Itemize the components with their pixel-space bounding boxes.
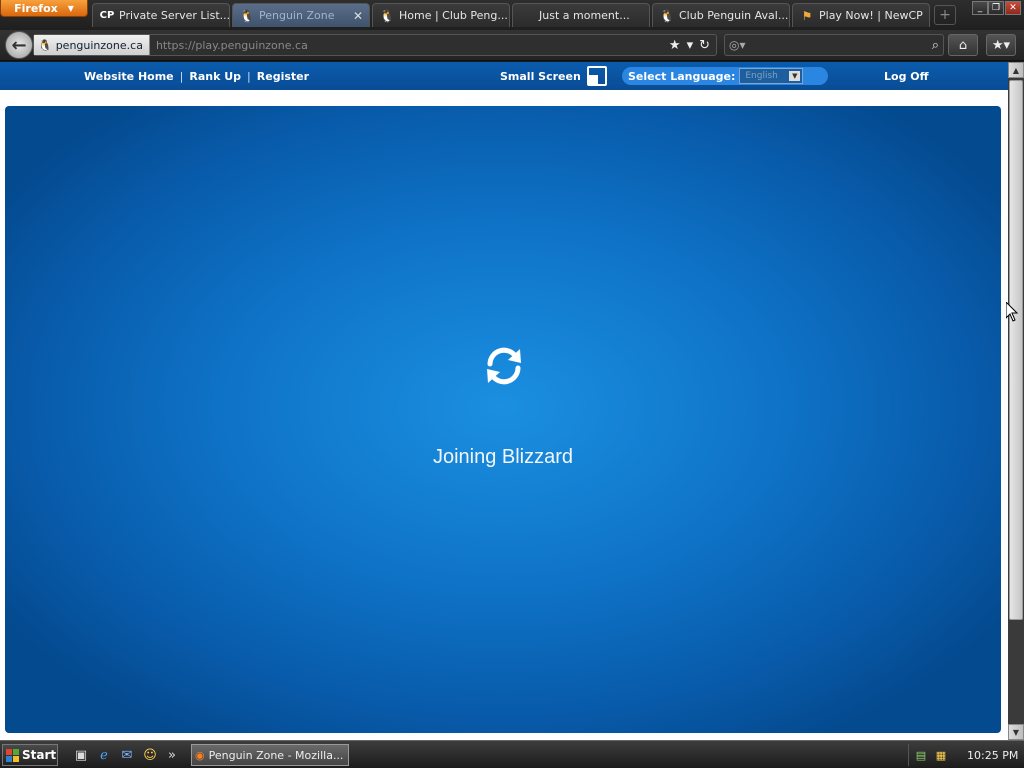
tab-just-a-moment[interactable]: Just a moment... — [512, 3, 650, 27]
small-screen-icon[interactable] — [586, 66, 607, 86]
nav-rank-up[interactable]: Rank Up — [189, 70, 241, 83]
site-header-bar: Website Home | Rank Up | Register Small … — [0, 62, 1008, 90]
start-label: Start — [22, 748, 57, 762]
vertical-scrollbar[interactable]: ▲ ▼ — [1008, 62, 1024, 740]
nav-website-home[interactable]: Website Home — [84, 70, 174, 83]
newcp-icon: ⚑ — [801, 8, 813, 23]
scroll-down-arrow-icon[interactable]: ▼ — [1008, 724, 1024, 740]
url-bar[interactable]: 🐧 penguinzone.ca https://play.penguinzon… — [33, 34, 717, 56]
firefox-icon: ◉ — [195, 748, 205, 762]
tray-network-icon[interactable]: ▦ — [933, 747, 949, 763]
outlook-express-icon[interactable]: ✉ — [118, 746, 136, 764]
bookmark-star-icon[interactable]: ★ — [669, 38, 681, 53]
windows-logo-icon — [6, 748, 19, 762]
small-screen-label[interactable]: Small Screen — [500, 70, 581, 83]
quick-launch-overflow-icon[interactable]: » — [163, 746, 181, 764]
site-nav: Website Home | Rank Up | Register — [84, 70, 309, 83]
minimize-button[interactable]: _ — [972, 1, 988, 15]
penguin-icon: 🐧 — [38, 38, 52, 52]
history-dropdown-icon[interactable]: ▾ — [687, 38, 694, 53]
new-tab-button[interactable]: + — [934, 5, 956, 25]
search-engine-icon[interactable]: ◎▾ — [729, 38, 746, 52]
windows-messenger-icon[interactable]: ☺ — [141, 746, 159, 764]
cp-icon: CP — [99, 10, 115, 21]
chevron-down-icon: ▼ — [67, 3, 74, 13]
home-button[interactable]: ⌂ — [948, 34, 978, 56]
site-identity-label: penguinzone.ca — [55, 38, 143, 52]
clock[interactable]: 10:25 PM — [967, 749, 1018, 762]
tab-label: Penguin Zone — [259, 9, 335, 22]
restore-button[interactable]: ❐ — [988, 1, 1004, 15]
internet-explorer-icon[interactable]: ℯ — [95, 746, 113, 764]
penguin-icon: 🐧 — [379, 8, 395, 23]
bookmarks-icon: ★▾ — [991, 37, 1011, 53]
select-language-label: Select Language: — [628, 69, 736, 83]
reload-icon[interactable]: ↻ — [699, 38, 710, 53]
firefox-menu-label: Firefox — [14, 1, 58, 15]
blank-page-icon — [519, 8, 535, 24]
navigation-bar: ← 🐧 penguinzone.ca https://play.penguinz… — [0, 30, 1024, 61]
nav-separator: | — [247, 70, 251, 83]
taskbar-firefox-window[interactable]: ◉ Penguin Zone - Mozilla... — [191, 744, 349, 766]
home-icon: ⌂ — [958, 37, 968, 53]
tab-label: Club Penguin Aval... — [679, 9, 789, 22]
firefox-menu-button[interactable]: Firefox ▼ — [0, 0, 88, 17]
web-page: Website Home | Rank Up | Register Small … — [0, 62, 1008, 740]
language-selector: Select Language: English ▼ — [622, 67, 828, 85]
close-window-button[interactable]: ✕ — [1005, 1, 1021, 15]
game-loading-screen: Joining Blizzard — [5, 106, 1001, 733]
search-icon[interactable]: ⌕ — [932, 38, 939, 53]
search-bar[interactable]: ◎▾ ⌕ — [724, 34, 944, 56]
site-identity-button[interactable]: 🐧 penguinzone.ca — [34, 35, 150, 55]
mouse-cursor-icon — [1006, 302, 1018, 322]
log-off-link[interactable]: Log Off — [884, 70, 929, 83]
back-button[interactable]: ← — [5, 31, 33, 59]
nav-separator: | — [179, 70, 184, 83]
tab-label: Just a moment... — [539, 9, 630, 22]
scrollbar-thumb[interactable] — [1009, 80, 1023, 620]
penguin-icon: 🐧 — [239, 8, 255, 23]
language-value: English — [745, 71, 778, 81]
tab-label: Play Now! | NewCP — [819, 9, 923, 22]
language-dropdown[interactable]: English ▼ — [739, 68, 804, 84]
loading-status-text: Joining Blizzard — [432, 446, 574, 468]
taskbar: Start ▣ ℯ ✉ ☺ » ◉ Penguin Zone - Mozilla… — [0, 740, 1024, 768]
tab-club-penguin-avalanche[interactable]: 🐧 Club Penguin Aval... — [652, 3, 790, 27]
tray-app-icon[interactable]: ▤ — [913, 747, 929, 763]
refresh-icon — [487, 347, 521, 385]
tab-private-server-list[interactable]: CP Private Server List... — [92, 3, 230, 27]
nav-register[interactable]: Register — [257, 70, 309, 83]
chevron-down-icon: ▼ — [789, 71, 801, 81]
show-desktop-icon[interactable]: ▣ — [72, 746, 90, 764]
search-input[interactable] — [749, 39, 928, 51]
tab-bar: Firefox ▼ CP Private Server List... 🐧 Pe… — [0, 0, 1024, 30]
tab-penguin-zone[interactable]: 🐧 Penguin Zone ✕ — [232, 3, 370, 27]
tab-home-club-penguin[interactable]: 🐧 Home | Club Peng... — [372, 3, 510, 27]
penguin-icon: 🐧 — [659, 8, 675, 23]
system-tray: ▤ ▦ 10:25 PM — [908, 744, 1022, 766]
tab-label: Private Server List... — [119, 9, 230, 22]
close-icon[interactable]: ✕ — [353, 9, 363, 23]
small-screen-button[interactable]: Small Screen — [500, 66, 607, 86]
url-text[interactable]: https://play.penguinzone.ca — [150, 39, 669, 52]
start-button[interactable]: Start — [2, 744, 58, 766]
bookmarks-button[interactable]: ★▾ — [986, 34, 1016, 56]
tab-label: Home | Club Peng... — [399, 9, 508, 22]
scroll-up-arrow-icon[interactable]: ▲ — [1008, 62, 1024, 78]
task-button-label: Penguin Zone - Mozilla... — [208, 748, 344, 762]
tab-play-now-newcp[interactable]: ⚑ Play Now! | NewCP — [792, 3, 930, 27]
